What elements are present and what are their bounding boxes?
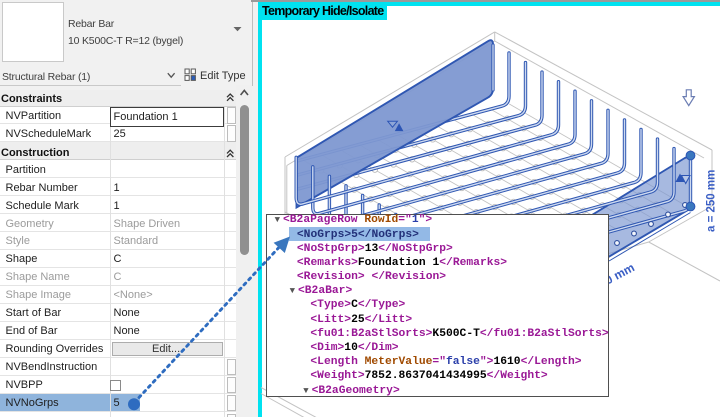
svg-text:a = 250 mm: a = 250 mm (706, 170, 718, 232)
